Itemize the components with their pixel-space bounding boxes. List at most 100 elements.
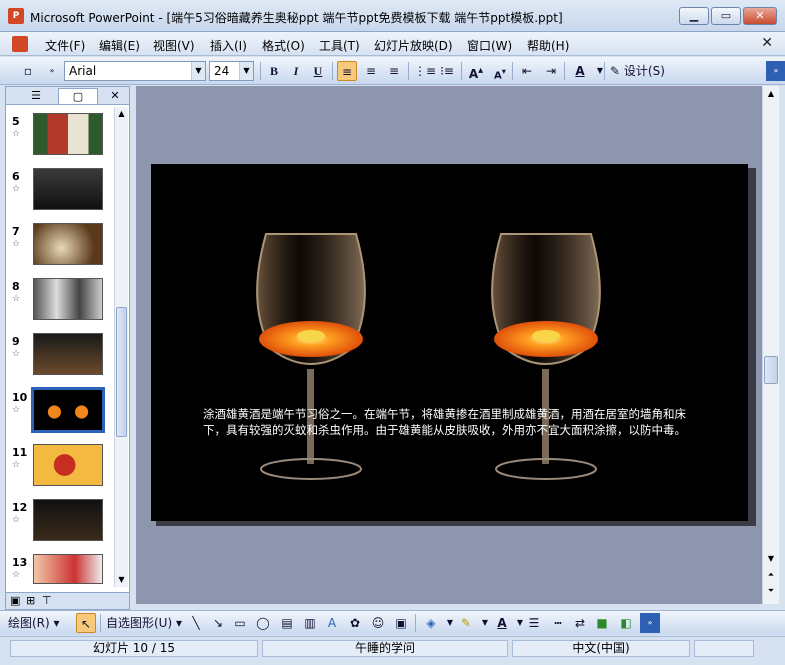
dash-style-icon[interactable]: ┅ — [548, 613, 568, 633]
font-color-icon[interactable]: A — [492, 613, 512, 633]
draw-menu-button[interactable]: 绘图(R) ▾ — [8, 613, 60, 633]
close-document-icon[interactable]: ✕ — [761, 35, 773, 51]
thumbnail-image — [33, 168, 103, 210]
normal-view-icon[interactable]: ▣ — [10, 594, 20, 607]
slide-body-text[interactable]: 涂酒雄黄酒是端午节习俗之一。在端午节，将雄黄掺在酒里制成雄黄酒，用酒在居室的墙角… — [203, 406, 708, 438]
current-slide[interactable]: 涂酒雄黄酒是端午节习俗之一。在端午节，将雄黄掺在酒里制成雄黄酒，用酒在居室的墙角… — [151, 164, 748, 521]
toolbar-options-icon[interactable]: » — [42, 61, 62, 81]
slide-thumbnail[interactable]: 12 ☆ — [10, 499, 110, 543]
underline-button[interactable]: U — [308, 61, 328, 81]
thumbnail-image — [33, 278, 103, 320]
window-title: Microsoft PowerPoint - [端午5习俗暗藏养生奥秘ppt 端… — [30, 11, 563, 25]
scrollbar-thumb[interactable] — [116, 307, 127, 437]
menu-insert[interactable]: 插入(I) — [210, 37, 247, 54]
next-slide-icon[interactable]: ⏷ — [763, 584, 779, 598]
slide-thumbnail[interactable]: 6 ☆ — [10, 168, 110, 212]
increase-indent-icon[interactable]: ⇥ — [541, 61, 561, 81]
maximize-button[interactable]: ▭ — [711, 7, 741, 25]
document-icon[interactable] — [12, 36, 28, 52]
previous-slide-icon[interactable]: ⏶ — [763, 568, 779, 582]
font-color-button[interactable]: A — [570, 61, 590, 81]
shadow-style-icon[interactable]: ■ — [592, 613, 612, 633]
slide-thumbnail[interactable]: 9 ☆ — [10, 333, 110, 377]
menu-format[interactable]: 格式(O) — [262, 37, 305, 54]
menu-tools[interactable]: 工具(T) — [319, 37, 360, 54]
menu-window[interactable]: 窗口(W) — [467, 37, 512, 54]
slides-pane-scrollbar[interactable]: ▲ ▼ — [114, 107, 128, 587]
wordart-icon[interactable]: A — [322, 613, 342, 633]
menu-slideshow[interactable]: 幻灯片放映(D) — [374, 37, 453, 54]
toolbar-options-icon[interactable]: » — [640, 613, 660, 633]
scroll-down-icon[interactable]: ▼ — [763, 552, 779, 566]
chevron-down-icon[interactable]: ▼ — [239, 62, 253, 80]
slide-thumbnail-selected[interactable]: 10 ☆ — [10, 387, 110, 433]
font-name-value: Arial — [69, 64, 97, 78]
rectangle-icon[interactable]: ▭ — [230, 613, 250, 633]
slide-thumbnail[interactable]: 11 ☆ — [10, 444, 110, 488]
thumbnail-image — [33, 223, 103, 265]
font-name-select[interactable]: Arial ▼ — [64, 61, 206, 81]
oval-icon[interactable]: ◯ — [253, 613, 273, 633]
toolbar-options-icon[interactable]: » — [766, 61, 785, 81]
align-left-icon[interactable]: ≡ — [337, 61, 357, 81]
decrease-font-icon[interactable]: A▾ — [490, 61, 510, 81]
autoshapes-button[interactable]: 自选图形(U) ▾ — [106, 613, 182, 633]
3d-style-icon[interactable]: ◧ — [616, 613, 636, 633]
slide-thumbnail[interactable]: 5 ☆ — [10, 113, 110, 157]
line-style-icon[interactable]: ☰ — [524, 613, 544, 633]
numbering-icon[interactable]: ⋮≡ — [414, 61, 436, 81]
title-bar: P Microsoft PowerPoint - [端午5习俗暗藏养生奥秘ppt… — [0, 0, 785, 32]
scroll-up-icon[interactable]: ▲ — [763, 86, 779, 102]
bullets-icon[interactable]: ⁝≡ — [437, 61, 457, 81]
slide-number: 11 — [12, 446, 28, 459]
select-pointer-icon[interactable]: ↖ — [76, 613, 96, 633]
vertical-textbox-icon[interactable]: ▥ — [300, 613, 320, 633]
menu-edit[interactable]: 编辑(E) — [99, 37, 140, 54]
arrow-icon[interactable]: ↘ — [208, 613, 228, 633]
increase-font-icon[interactable]: A▴ — [466, 61, 486, 81]
picture-icon[interactable]: ▣ — [391, 613, 411, 633]
line-color-icon[interactable]: ✎ — [456, 613, 476, 633]
chevron-down-icon[interactable]: ▼ — [191, 62, 205, 80]
scrollbar-thumb[interactable] — [764, 356, 778, 384]
new-document-icon[interactable]: ▫ — [18, 61, 38, 81]
scroll-down-icon[interactable]: ▼ — [115, 573, 128, 587]
toolbar-separator — [512, 62, 513, 80]
slide-sorter-icon[interactable]: ⊞ — [26, 594, 35, 607]
scroll-up-icon[interactable]: ▲ — [115, 107, 128, 121]
menu-file[interactable]: 文件(F) — [45, 37, 85, 54]
decrease-indent-icon[interactable]: ⇤ — [517, 61, 537, 81]
arrow-style-icon[interactable]: ⇄ — [570, 613, 590, 633]
chevron-down-icon[interactable]: ▼ — [590, 61, 610, 81]
autoshapes-label: 自选图形(U) — [106, 616, 173, 630]
italic-button[interactable]: I — [286, 61, 306, 81]
design-icon: ✎ — [610, 64, 621, 78]
slideshow-icon[interactable]: ⊤ — [42, 594, 52, 607]
align-right-icon[interactable]: ≡ — [384, 61, 404, 81]
slide-scrollbar[interactable]: ▲ ▼ ⏶ ⏷ — [762, 86, 779, 604]
slide-thumbnail[interactable]: 8 ☆ — [10, 278, 110, 322]
slides-tab[interactable]: ▢ — [58, 88, 98, 104]
slides-icon: ▢ — [72, 90, 84, 103]
menu-view[interactable]: 视图(V) — [153, 37, 195, 54]
font-size-select[interactable]: 24 ▼ — [209, 61, 254, 81]
outline-tab[interactable]: ☰ — [16, 88, 56, 104]
slide-editing-area[interactable]: 涂酒雄黄酒是端午节习俗之一。在端午节，将雄黄掺在酒里制成雄黄酒，用酒在居室的墙角… — [136, 86, 762, 604]
textbox-icon[interactable]: ▤ — [277, 613, 297, 633]
line-icon[interactable]: ╲ — [186, 613, 206, 633]
minimize-button[interactable]: ▁ — [679, 7, 709, 25]
fill-color-icon[interactable]: ◈ — [421, 613, 441, 633]
align-center-icon[interactable]: ≡ — [361, 61, 381, 81]
pane-close-icon[interactable]: ✕ — [104, 88, 126, 104]
slide-number: 13 — [12, 556, 28, 569]
design-button[interactable]: ✎ 设计(S) — [610, 61, 665, 81]
menu-help[interactable]: 帮助(H) — [527, 37, 569, 54]
bold-button[interactable]: B — [264, 61, 284, 81]
status-bar: 幻灯片 10 / 15 午睡的学问 中文(中国) — [0, 636, 785, 658]
close-button[interactable]: ✕ — [743, 7, 777, 25]
diagram-icon[interactable]: ✿ — [345, 613, 365, 633]
menu-bar: 文件(F) 编辑(E) 视图(V) 插入(I) 格式(O) 工具(T) 幻灯片放… — [0, 32, 785, 56]
star-icon: ☆ — [12, 294, 21, 304]
clipart-icon[interactable]: ☺ — [368, 613, 388, 633]
slide-thumbnail[interactable]: 7 ☆ — [10, 223, 110, 267]
